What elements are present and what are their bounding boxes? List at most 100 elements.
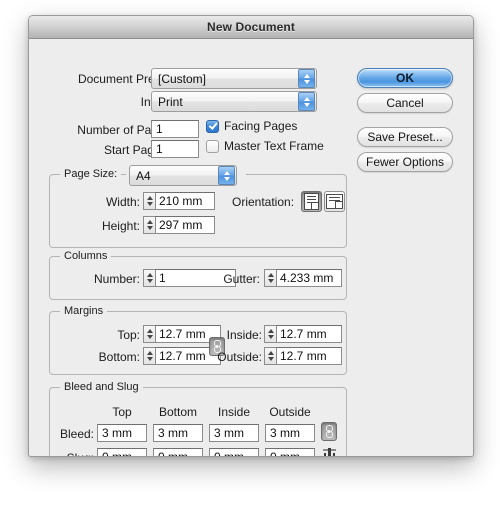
new-document-dialog: New Document Document Preset: [Custom] I…	[28, 15, 474, 457]
document-preset-select[interactable]: [Custom]	[151, 68, 317, 89]
page-height-stepper[interactable]: 297 mm	[143, 216, 215, 234]
columns-gutter-input[interactable]: 4.233 mm	[276, 269, 342, 287]
checkbox-unchecked-icon	[206, 139, 219, 153]
orientation-landscape-button[interactable]	[324, 191, 345, 212]
columns-gutter-label: Gutter:	[223, 272, 260, 286]
fewer-options-button[interactable]: Fewer Options	[357, 152, 453, 172]
bleed-outside-value: 3 mm	[270, 426, 300, 440]
margin-inside-input[interactable]: 12.7 mm	[276, 325, 342, 343]
facing-pages-checkbox[interactable]: Facing Pages	[206, 119, 297, 133]
slug-inside-input[interactable]: 0 mm	[209, 448, 259, 457]
orientation-portrait-button[interactable]	[301, 191, 322, 212]
ok-button-label: OK	[396, 71, 414, 85]
facing-pages-label: Facing Pages	[224, 119, 298, 133]
page-size-value: A4	[136, 168, 151, 183]
bleed-top-input[interactable]: 3 mm	[97, 424, 147, 442]
start-page-value: 1	[156, 142, 163, 156]
bleed-column-header-top: Top	[112, 405, 132, 419]
page-size-select[interactable]: A4	[129, 165, 237, 186]
document-preset-value: [Custom]	[158, 71, 207, 86]
page-width-stepper[interactable]: 210 mm	[143, 192, 215, 210]
save-preset-button-label: Save Preset...	[367, 130, 443, 144]
margin-outside-stepper[interactable]: 12.7 mm	[264, 347, 342, 365]
bleed-and-slug-group: Bleed and Slug Top Bottom Inside Outside…	[49, 381, 347, 457]
page-width-value: 210 mm	[159, 194, 203, 208]
page-width-label: Width:	[105, 195, 140, 209]
slug-link-button[interactable]	[321, 446, 337, 456]
slug-inside-value: 0 mm	[214, 450, 244, 457]
bleed-inside-value: 3 mm	[214, 426, 244, 440]
chevron-updown-icon	[218, 166, 235, 185]
ok-button[interactable]: OK	[357, 68, 453, 88]
bleed-column-header-outside: Outside	[269, 405, 311, 419]
chain-link-icon	[325, 425, 333, 438]
bleed-outside-input[interactable]: 3 mm	[265, 424, 315, 442]
save-preset-button[interactable]: Save Preset...	[357, 127, 453, 147]
bleed-inside-input[interactable]: 3 mm	[209, 424, 259, 442]
bleed-column-header-inside: Inside	[217, 405, 251, 419]
intent-value: Print	[158, 94, 183, 109]
margin-outside-label: Outside:	[217, 350, 262, 364]
columns-gutter-stepper[interactable]: 4.233 mm	[264, 269, 342, 287]
stepper-arrows-icon[interactable]	[143, 347, 155, 365]
slug-outside-value: 0 mm	[270, 450, 300, 457]
slug-outside-input[interactable]: 0 mm	[265, 448, 315, 457]
margins-group-label: Margins	[60, 305, 108, 317]
columns-number-label: Number:	[93, 272, 140, 286]
bleed-column-header-bottom: Bottom	[158, 405, 197, 419]
page-size-group: Page Size: A4 Width: 210 mm Height: 297 …	[49, 165, 347, 248]
dialog-titlebar: New Document	[29, 16, 473, 39]
margin-outside-input[interactable]: 12.7 mm	[276, 347, 342, 365]
columns-group-label: Columns	[60, 250, 112, 262]
margin-inside-label: Inside:	[226, 328, 262, 342]
stepper-arrows-icon[interactable]	[143, 269, 155, 287]
chevron-updown-icon	[298, 92, 315, 111]
columns-group: Columns Number: 1 Gutter: 4.233 mm	[49, 250, 347, 300]
page-height-label: Height:	[101, 219, 140, 233]
stepper-arrows-icon[interactable]	[264, 347, 276, 365]
slug-top-value: 0 mm	[102, 450, 132, 457]
bleed-bottom-value: 3 mm	[158, 426, 188, 440]
bleed-row-label: Bleed:	[59, 427, 94, 441]
stepper-arrows-icon[interactable]	[264, 325, 276, 343]
dialog-title: New Document	[207, 20, 295, 34]
bleed-top-value: 3 mm	[102, 426, 132, 440]
margin-outside-value: 12.7 mm	[280, 349, 327, 363]
columns-gutter-value: 4.233 mm	[280, 271, 334, 285]
columns-number-value: 1	[159, 271, 166, 285]
margin-bottom-label: Bottom:	[98, 350, 140, 364]
dialog-body: Document Preset: [Custom] Intent: Print …	[29, 39, 473, 456]
margin-top-label: Top:	[117, 328, 140, 342]
slug-row-label: Slug:	[50, 451, 94, 456]
orientation-label: Orientation:	[232, 195, 295, 209]
slug-bottom-input[interactable]: 0 mm	[153, 448, 203, 457]
master-text-frame-checkbox[interactable]: Master Text Frame	[206, 139, 324, 153]
start-page-input[interactable]: 1	[151, 140, 199, 158]
stepper-arrows-icon[interactable]	[264, 269, 276, 287]
cancel-button[interactable]: Cancel	[357, 93, 453, 113]
page-height-input[interactable]: 297 mm	[155, 216, 215, 234]
bleed-bottom-input[interactable]: 3 mm	[153, 424, 203, 442]
checkbox-checked-icon	[206, 119, 219, 133]
number-of-pages-value: 1	[156, 122, 163, 136]
slug-bottom-value: 0 mm	[158, 450, 188, 457]
margins-group: Margins Top: 12.7 mm Bottom: 12.7 mm Ins…	[49, 305, 347, 375]
intent-select[interactable]: Print	[151, 91, 317, 112]
page-size-group-label: Page Size:	[60, 168, 122, 180]
stepper-arrows-icon[interactable]	[143, 192, 155, 210]
slug-top-input[interactable]: 0 mm	[97, 448, 147, 457]
bleed-link-button[interactable]	[321, 422, 337, 441]
master-text-frame-label: Master Text Frame	[224, 139, 324, 153]
chevron-updown-icon	[298, 69, 315, 88]
page-portrait-icon	[304, 193, 319, 210]
stepper-arrows-icon[interactable]	[143, 216, 155, 234]
chain-link-broken-icon	[322, 448, 336, 456]
margin-inside-value: 12.7 mm	[280, 327, 327, 341]
cancel-button-label: Cancel	[386, 96, 424, 110]
bleed-and-slug-group-label: Bleed and Slug	[60, 381, 143, 393]
number-of-pages-input[interactable]: 1	[151, 120, 199, 138]
page-width-input[interactable]: 210 mm	[155, 192, 215, 210]
fewer-options-button-label: Fewer Options	[365, 155, 445, 169]
margin-inside-stepper[interactable]: 12.7 mm	[264, 325, 342, 343]
stepper-arrows-icon[interactable]	[143, 325, 155, 343]
